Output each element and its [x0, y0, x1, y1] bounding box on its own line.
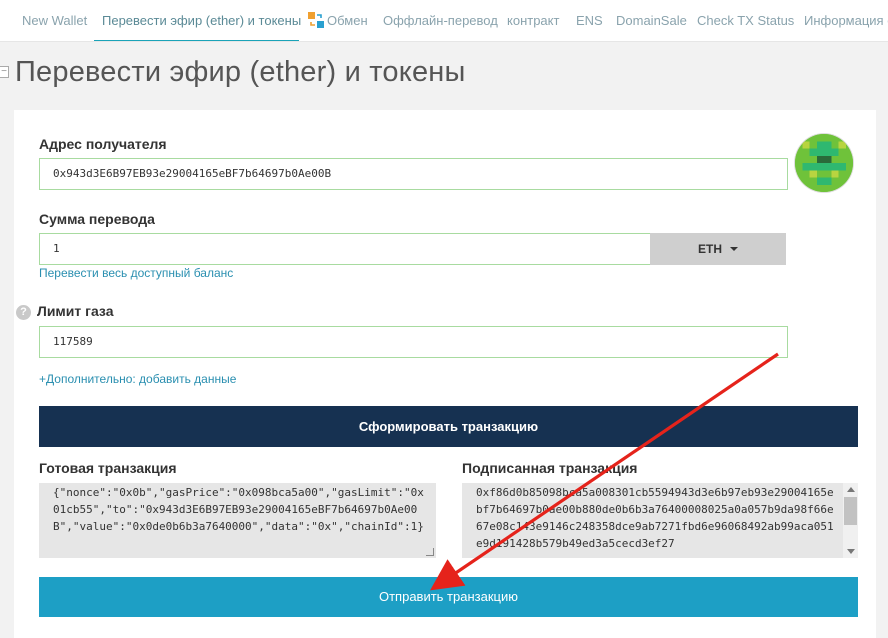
gas-limit-label: Лимит газа: [37, 303, 114, 319]
send-transaction-button[interactable]: Отправить транзакцию: [39, 577, 858, 617]
raw-transaction-textarea[interactable]: {"nonce":"0x0b","gasPrice":"0x098bca5a00…: [39, 483, 436, 558]
currency-label: ETH: [698, 242, 722, 256]
gas-limit-input[interactable]: 117589: [39, 326, 788, 358]
recipient-label: Адрес получателя: [39, 136, 167, 152]
signed-transaction-label: Подписанная транзакция: [462, 460, 638, 476]
tab-info[interactable]: Информация о: [804, 0, 888, 41]
amount-input[interactable]: 1: [39, 233, 651, 265]
collapse-icon[interactable]: −: [0, 66, 9, 78]
tab-new-wallet[interactable]: New Wallet: [22, 0, 87, 41]
caret-down-icon: [730, 247, 738, 251]
tab-domainsale[interactable]: DomainSale: [616, 0, 687, 41]
advanced-add-data-link[interactable]: +Дополнительно: добавить данные: [39, 372, 236, 386]
recipient-address-input[interactable]: 0x943d3E6B97EB93e29004165eBF7b64697b0Ae0…: [39, 158, 788, 190]
generate-transaction-button[interactable]: Сформировать транзакцию: [39, 406, 858, 447]
tab-ens[interactable]: ENS: [576, 0, 603, 41]
page-title: Перевести эфир (ether) и токены: [15, 56, 466, 88]
tab-contract[interactable]: контракт: [507, 0, 559, 41]
raw-transaction-label: Готовая транзакция: [39, 460, 177, 476]
help-icon[interactable]: ?: [16, 305, 31, 320]
tab-swap[interactable]: Обмен: [308, 0, 368, 41]
top-navigation: New Wallet Перевести эфир (ether) и токе…: [0, 0, 888, 42]
identicon-icon: [795, 134, 853, 192]
tab-swap-label: Обмен: [327, 13, 368, 28]
raw-transaction-text: {"nonce":"0x0b","gasPrice":"0x098bca5a00…: [53, 486, 424, 533]
tab-offline-transfer[interactable]: Оффлайн-перевод: [383, 0, 498, 41]
signed-transaction-textarea[interactable]: 0xf86d0b85098bca5a008301cb5594943d3e6b97…: [462, 483, 843, 558]
scroll-down-icon[interactable]: [847, 549, 855, 554]
swap-icon: [308, 12, 324, 28]
amount-label: Сумма перевода: [39, 211, 155, 227]
tab-send-ether-tokens[interactable]: Перевести эфир (ether) и токены: [94, 0, 301, 41]
signed-transaction-text: 0xf86d0b85098bca5a008301cb5594943d3e6b97…: [476, 486, 834, 550]
address-identicon: [795, 134, 853, 192]
send-entire-balance-link[interactable]: Перевести весь доступный баланс: [39, 266, 233, 280]
scroll-thumb[interactable]: [844, 497, 857, 525]
scroll-up-icon[interactable]: [847, 487, 855, 492]
resize-handle-icon[interactable]: [426, 548, 434, 556]
signed-transaction-scrollbar[interactable]: [843, 483, 858, 558]
currency-dropdown[interactable]: ETH: [650, 233, 786, 265]
tab-check-tx-status[interactable]: Check TX Status: [697, 0, 794, 41]
